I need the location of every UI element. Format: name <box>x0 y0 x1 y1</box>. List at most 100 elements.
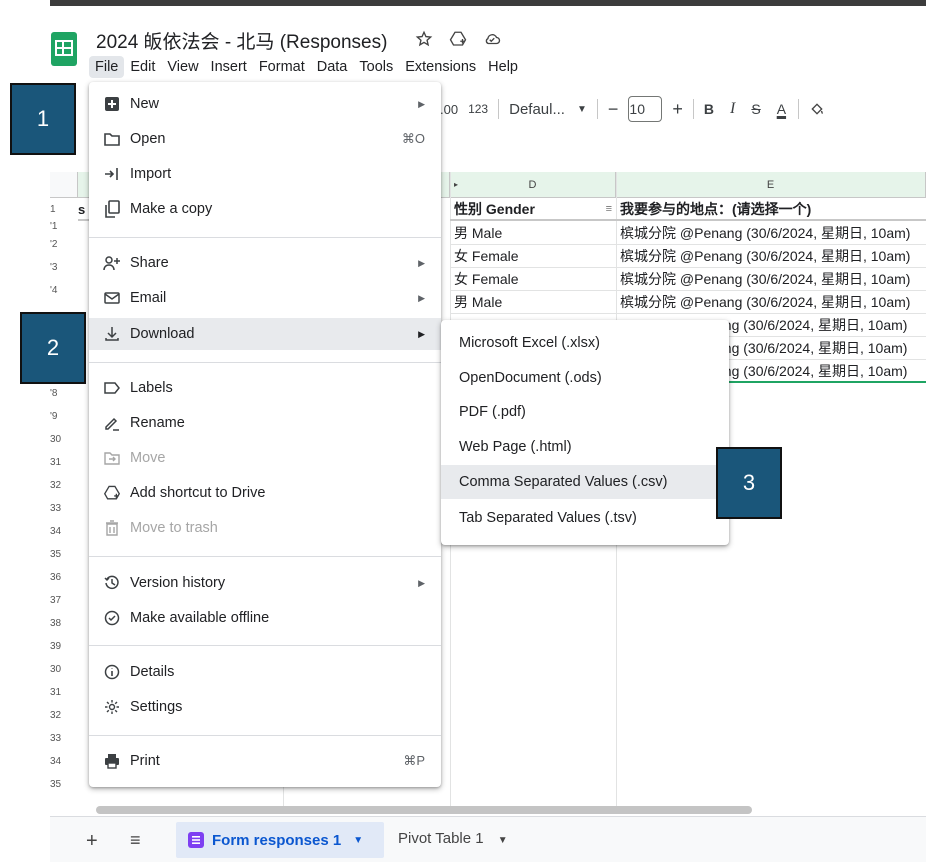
decrease-font-size-button[interactable]: − <box>608 99 619 120</box>
download-tsv-option[interactable]: Tab Separated Values (.tsv) <box>441 501 729 535</box>
menu-item-move-to-trash[interactable]: Move to trash <box>89 512 441 544</box>
row-number[interactable]: '3 <box>50 256 78 279</box>
menu-data[interactable]: Data <box>311 56 354 78</box>
horizontal-scrollbar[interactable] <box>96 806 752 814</box>
table-cell-location[interactable]: 槟城分院 @Penang (30/6/2024, 星期日, 10am) <box>616 268 926 291</box>
bold-button[interactable]: B <box>704 101 714 117</box>
row-number[interactable]: 34 <box>50 520 78 543</box>
menu-file[interactable]: File <box>89 56 125 78</box>
table-cell-gender[interactable]: 男 Male <box>450 291 616 314</box>
label-tag-icon <box>103 379 121 397</box>
download-ods-option[interactable]: OpenDocument (.ods) <box>441 361 729 395</box>
italic-button[interactable]: I <box>730 100 735 118</box>
row-number[interactable]: 1 <box>50 198 78 221</box>
font-size-input[interactable]: 10 <box>628 96 663 122</box>
menu-item-make-copy[interactable]: Make a copy <box>89 193 441 225</box>
menu-item-labels[interactable]: Labels <box>89 372 441 404</box>
menu-extensions[interactable]: Extensions <box>399 56 482 78</box>
row-number[interactable]: 35 <box>50 773 78 796</box>
row-number[interactable]: 36 <box>50 566 78 589</box>
sheets-logo-icon[interactable] <box>51 32 77 66</box>
row-number[interactable]: '9 <box>50 405 78 428</box>
row-number[interactable]: '8 <box>50 382 78 405</box>
menu-help[interactable]: Help <box>482 56 524 78</box>
download-csv-option[interactable]: Comma Separated Values (.csv) <box>441 465 729 499</box>
menu-item-label: Version history <box>130 575 226 591</box>
row-number[interactable]: 39 <box>50 635 78 658</box>
drive-shortcut-icon <box>103 484 121 502</box>
download-html-option[interactable]: Web Page (.html) <box>441 430 729 464</box>
row-number[interactable]: 30 <box>50 658 78 681</box>
move-to-drive-icon[interactable] <box>448 29 468 49</box>
column-header-d[interactable]: ▸ D <box>450 172 616 198</box>
sheet-tab-label: Pivot Table 1 <box>398 830 484 847</box>
column-header-e[interactable]: E <box>616 172 926 198</box>
menu-item-rename[interactable]: Rename <box>89 407 441 439</box>
increase-font-size-button[interactable]: + <box>672 99 683 120</box>
row-number[interactable]: 35 <box>50 543 78 566</box>
strikethrough-button[interactable]: S <box>751 101 760 117</box>
table-cell-gender[interactable]: 男 Male <box>450 222 616 245</box>
row-number[interactable]: 33 <box>50 497 78 520</box>
fill-color-icon[interactable] <box>809 101 825 117</box>
menu-view[interactable]: View <box>161 56 204 78</box>
menu-format[interactable]: Format <box>253 56 311 78</box>
row-number[interactable]: 32 <box>50 704 78 727</box>
table-cell-gender[interactable]: 女 Female <box>450 245 616 268</box>
menu-tools[interactable]: Tools <box>353 56 399 78</box>
move-folder-icon <box>103 449 121 467</box>
cloud-status-icon[interactable] <box>482 29 502 49</box>
row-number[interactable]: 32 <box>50 474 78 497</box>
row-number[interactable]: 37 <box>50 589 78 612</box>
row-number[interactable]: 31 <box>50 681 78 704</box>
menu-divider <box>89 362 441 363</box>
increase-decimal-button[interactable]: .00 <box>440 102 458 117</box>
toolbar-divider <box>596 99 598 119</box>
menu-item-settings[interactable]: Settings <box>89 691 441 723</box>
column-d-label: D <box>528 179 537 191</box>
menu-item-details[interactable]: Details <box>89 656 441 688</box>
menu-item-share[interactable]: Share ▶ <box>89 247 441 279</box>
header-cell-location[interactable]: 我要参与的地点：(请选择一个) <box>616 198 926 221</box>
row-number[interactable]: 33 <box>50 727 78 750</box>
menu-item-move[interactable]: Move <box>89 442 441 474</box>
row-number[interactable]: '2 <box>50 233 78 256</box>
menu-item-print[interactable]: Print ⌘P <box>89 745 441 777</box>
row-number[interactable]: '1 <box>50 221 78 233</box>
table-cell-location[interactable]: 槟城分院 @Penang (30/6/2024, 星期日, 10am) <box>616 291 926 314</box>
menu-item-new[interactable]: New ▶ <box>89 88 441 120</box>
text-color-button[interactable]: A <box>777 101 786 117</box>
row-number[interactable]: 31 <box>50 451 78 474</box>
document-title[interactable]: 2024 皈依法会 - 北马 (Responses) <box>96 27 387 54</box>
menu-insert[interactable]: Insert <box>205 56 253 78</box>
row-number[interactable]: 30 <box>50 428 78 451</box>
menu-item-import[interactable]: Import <box>89 158 441 190</box>
table-cell-location[interactable]: 槟城分院 @Penang (30/6/2024, 星期日, 10am) <box>616 245 926 268</box>
download-xlsx-option[interactable]: Microsoft Excel (.xlsx) <box>441 326 729 360</box>
filter-icon[interactable]: ≡ <box>606 198 612 219</box>
number-format-button[interactable]: 123 <box>468 102 488 116</box>
menu-edit[interactable]: Edit <box>124 56 161 78</box>
sheet-tab-pivot-table[interactable]: Pivot Table 1 ▼ <box>398 830 508 847</box>
sheet-tab-label: Form responses 1 <box>212 831 342 849</box>
row-number[interactable]: 38 <box>50 612 78 635</box>
menu-item-version-history[interactable]: Version history ▶ <box>89 567 441 599</box>
menu-item-offline[interactable]: Make available offline <box>89 602 441 634</box>
table-cell-location[interactable]: 槟城分院 @Penang (30/6/2024, 星期日, 10am) <box>616 222 926 245</box>
download-pdf-option[interactable]: PDF (.pdf) <box>441 395 729 429</box>
menu-item-add-shortcut[interactable]: Add shortcut to Drive <box>89 477 441 509</box>
sheet-tab-form-responses[interactable]: Form responses 1 ▼ <box>176 822 384 858</box>
menu-item-open[interactable]: Open ⌘O <box>89 123 441 155</box>
all-sheets-menu-icon[interactable]: ≡ <box>130 830 141 851</box>
star-icon[interactable] <box>414 29 434 49</box>
add-sheet-button[interactable]: + <box>86 830 98 853</box>
font-select[interactable]: Defaul... ▼ <box>509 101 587 118</box>
chevron-down-icon: ▼ <box>576 103 587 115</box>
menu-item-download[interactable]: Download ▶ <box>89 318 441 350</box>
menu-item-email[interactable]: Email ▶ <box>89 282 441 314</box>
row-number[interactable]: '4 <box>50 279 78 302</box>
table-cell-gender[interactable]: 女 Female <box>450 268 616 291</box>
row-number[interactable]: 34 <box>50 750 78 773</box>
folder-icon <box>103 130 121 148</box>
header-cell-gender[interactable]: 性别 Gender ≡ <box>450 198 616 221</box>
